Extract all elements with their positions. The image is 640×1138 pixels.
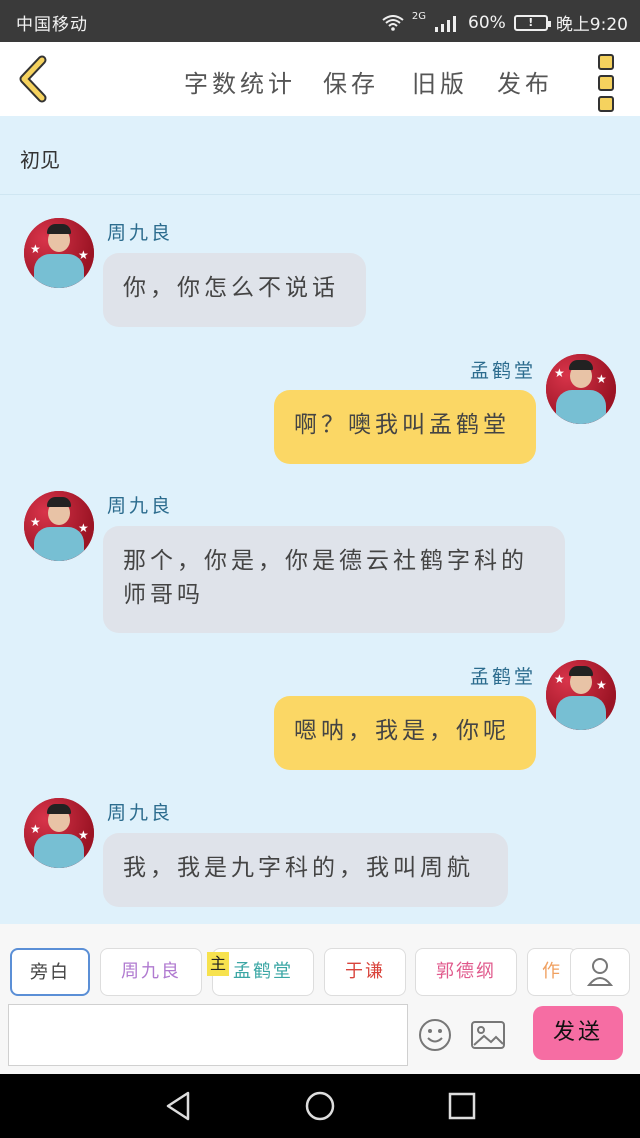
person-icon <box>586 958 614 986</box>
network-type: 2G <box>411 11 427 22</box>
speaker-name: 孟鹤堂 <box>470 360 537 382</box>
system-nav-bar <box>0 1074 640 1138</box>
avatar[interactable]: ★ ★ <box>546 354 616 424</box>
message-bubble[interactable]: 我，我是九字科的，我叫周航 <box>103 833 508 907</box>
avatar[interactable]: ★ ★ <box>24 218 94 288</box>
send-button[interactable]: 发送 <box>533 1006 623 1060</box>
message-item[interactable]: ★ ★ 周九良 我，我是九字科的，我叫周航 <box>0 796 640 916</box>
back-triangle-icon[interactable] <box>160 1088 196 1124</box>
speaker-name: 周九良 <box>107 802 174 824</box>
image-icon[interactable] <box>470 1018 506 1052</box>
message-item[interactable]: ★ ★ 孟鹤堂 啊？噢我叫孟鹤堂 <box>0 354 640 474</box>
message-bubble[interactable]: 嗯呐，我是，你呢 <box>274 696 536 770</box>
speaker-name: 周九良 <box>107 222 174 244</box>
speaker-name: 周九良 <box>107 495 174 517</box>
avatar[interactable]: ★ ★ <box>24 798 94 868</box>
battery-icon: ! <box>513 14 551 31</box>
chapter-title: 初见 <box>20 148 60 172</box>
battery-percent: 60% <box>468 12 506 33</box>
message-item[interactable]: ★ ★ 周九良 你，你怎么不说话 <box>0 216 640 336</box>
word-count-button[interactable]: 字数统计 <box>184 64 296 99</box>
speaker-name: 孟鹤堂 <box>470 666 537 688</box>
wifi-icon <box>382 14 404 31</box>
role-narrator[interactable]: 旁白 <box>10 948 90 996</box>
divider <box>0 194 640 195</box>
message-input[interactable] <box>8 1004 408 1066</box>
role-yu-qian[interactable]: 于谦 <box>324 948 406 996</box>
message-bubble[interactable]: 那个，你是，你是德云社鹤字科的师哥吗 <box>103 526 565 633</box>
main-role-tag: 主 <box>207 952 229 976</box>
role-selector: 旁白 周九良 孟鹤堂 主 于谦 郭德纲 作 <box>0 924 640 998</box>
save-button[interactable]: 保存 <box>323 64 379 99</box>
avatar[interactable]: ★ ★ <box>546 660 616 730</box>
old-version-button[interactable]: 旧版 <box>412 64 468 99</box>
more-menu-icon[interactable] <box>594 54 618 112</box>
add-role-button[interactable] <box>570 948 630 996</box>
role-zhou-jiuliang[interactable]: 周九良 <box>100 948 202 996</box>
avatar[interactable]: ★ ★ <box>24 491 94 561</box>
role-guo-degang[interactable]: 郭德纲 <box>415 948 517 996</box>
signal-icon <box>435 15 457 32</box>
recents-square-icon[interactable] <box>444 1088 480 1124</box>
back-arrow-icon[interactable] <box>14 54 54 104</box>
status-bar: 中国移动 2G 60% ! 晚上9:20 <box>0 0 640 42</box>
composer: 发送 <box>0 998 640 1074</box>
message-bubble[interactable]: 你，你怎么不说话 <box>103 253 366 327</box>
message-item[interactable]: ★ ★ 孟鹤堂 嗯呐，我是，你呢 <box>0 660 640 780</box>
publish-button[interactable]: 发布 <box>497 64 553 99</box>
chat-area[interactable]: 初见 ★ ★ 周九良 你，你怎么不说话 ★ ★ 孟鹤堂 啊？噢我叫孟鹤堂 ★ ★ 周九… <box>0 116 640 924</box>
status-icons: 2G 60% ! 晚上9:20 <box>382 10 628 35</box>
emoji-icon[interactable] <box>418 1018 452 1052</box>
carrier-name: 中国移动 <box>16 15 88 35</box>
clock: 晚上9:20 <box>555 15 628 35</box>
editor-toolbar: 字数统计 保存 旧版 发布 <box>0 42 640 117</box>
home-circle-icon[interactable] <box>302 1088 338 1124</box>
message-item[interactable]: ★ ★ 周九良 那个，你是，你是德云社鹤字科的师哥吗 <box>0 489 640 639</box>
message-bubble[interactable]: 啊？噢我叫孟鹤堂 <box>274 390 536 464</box>
